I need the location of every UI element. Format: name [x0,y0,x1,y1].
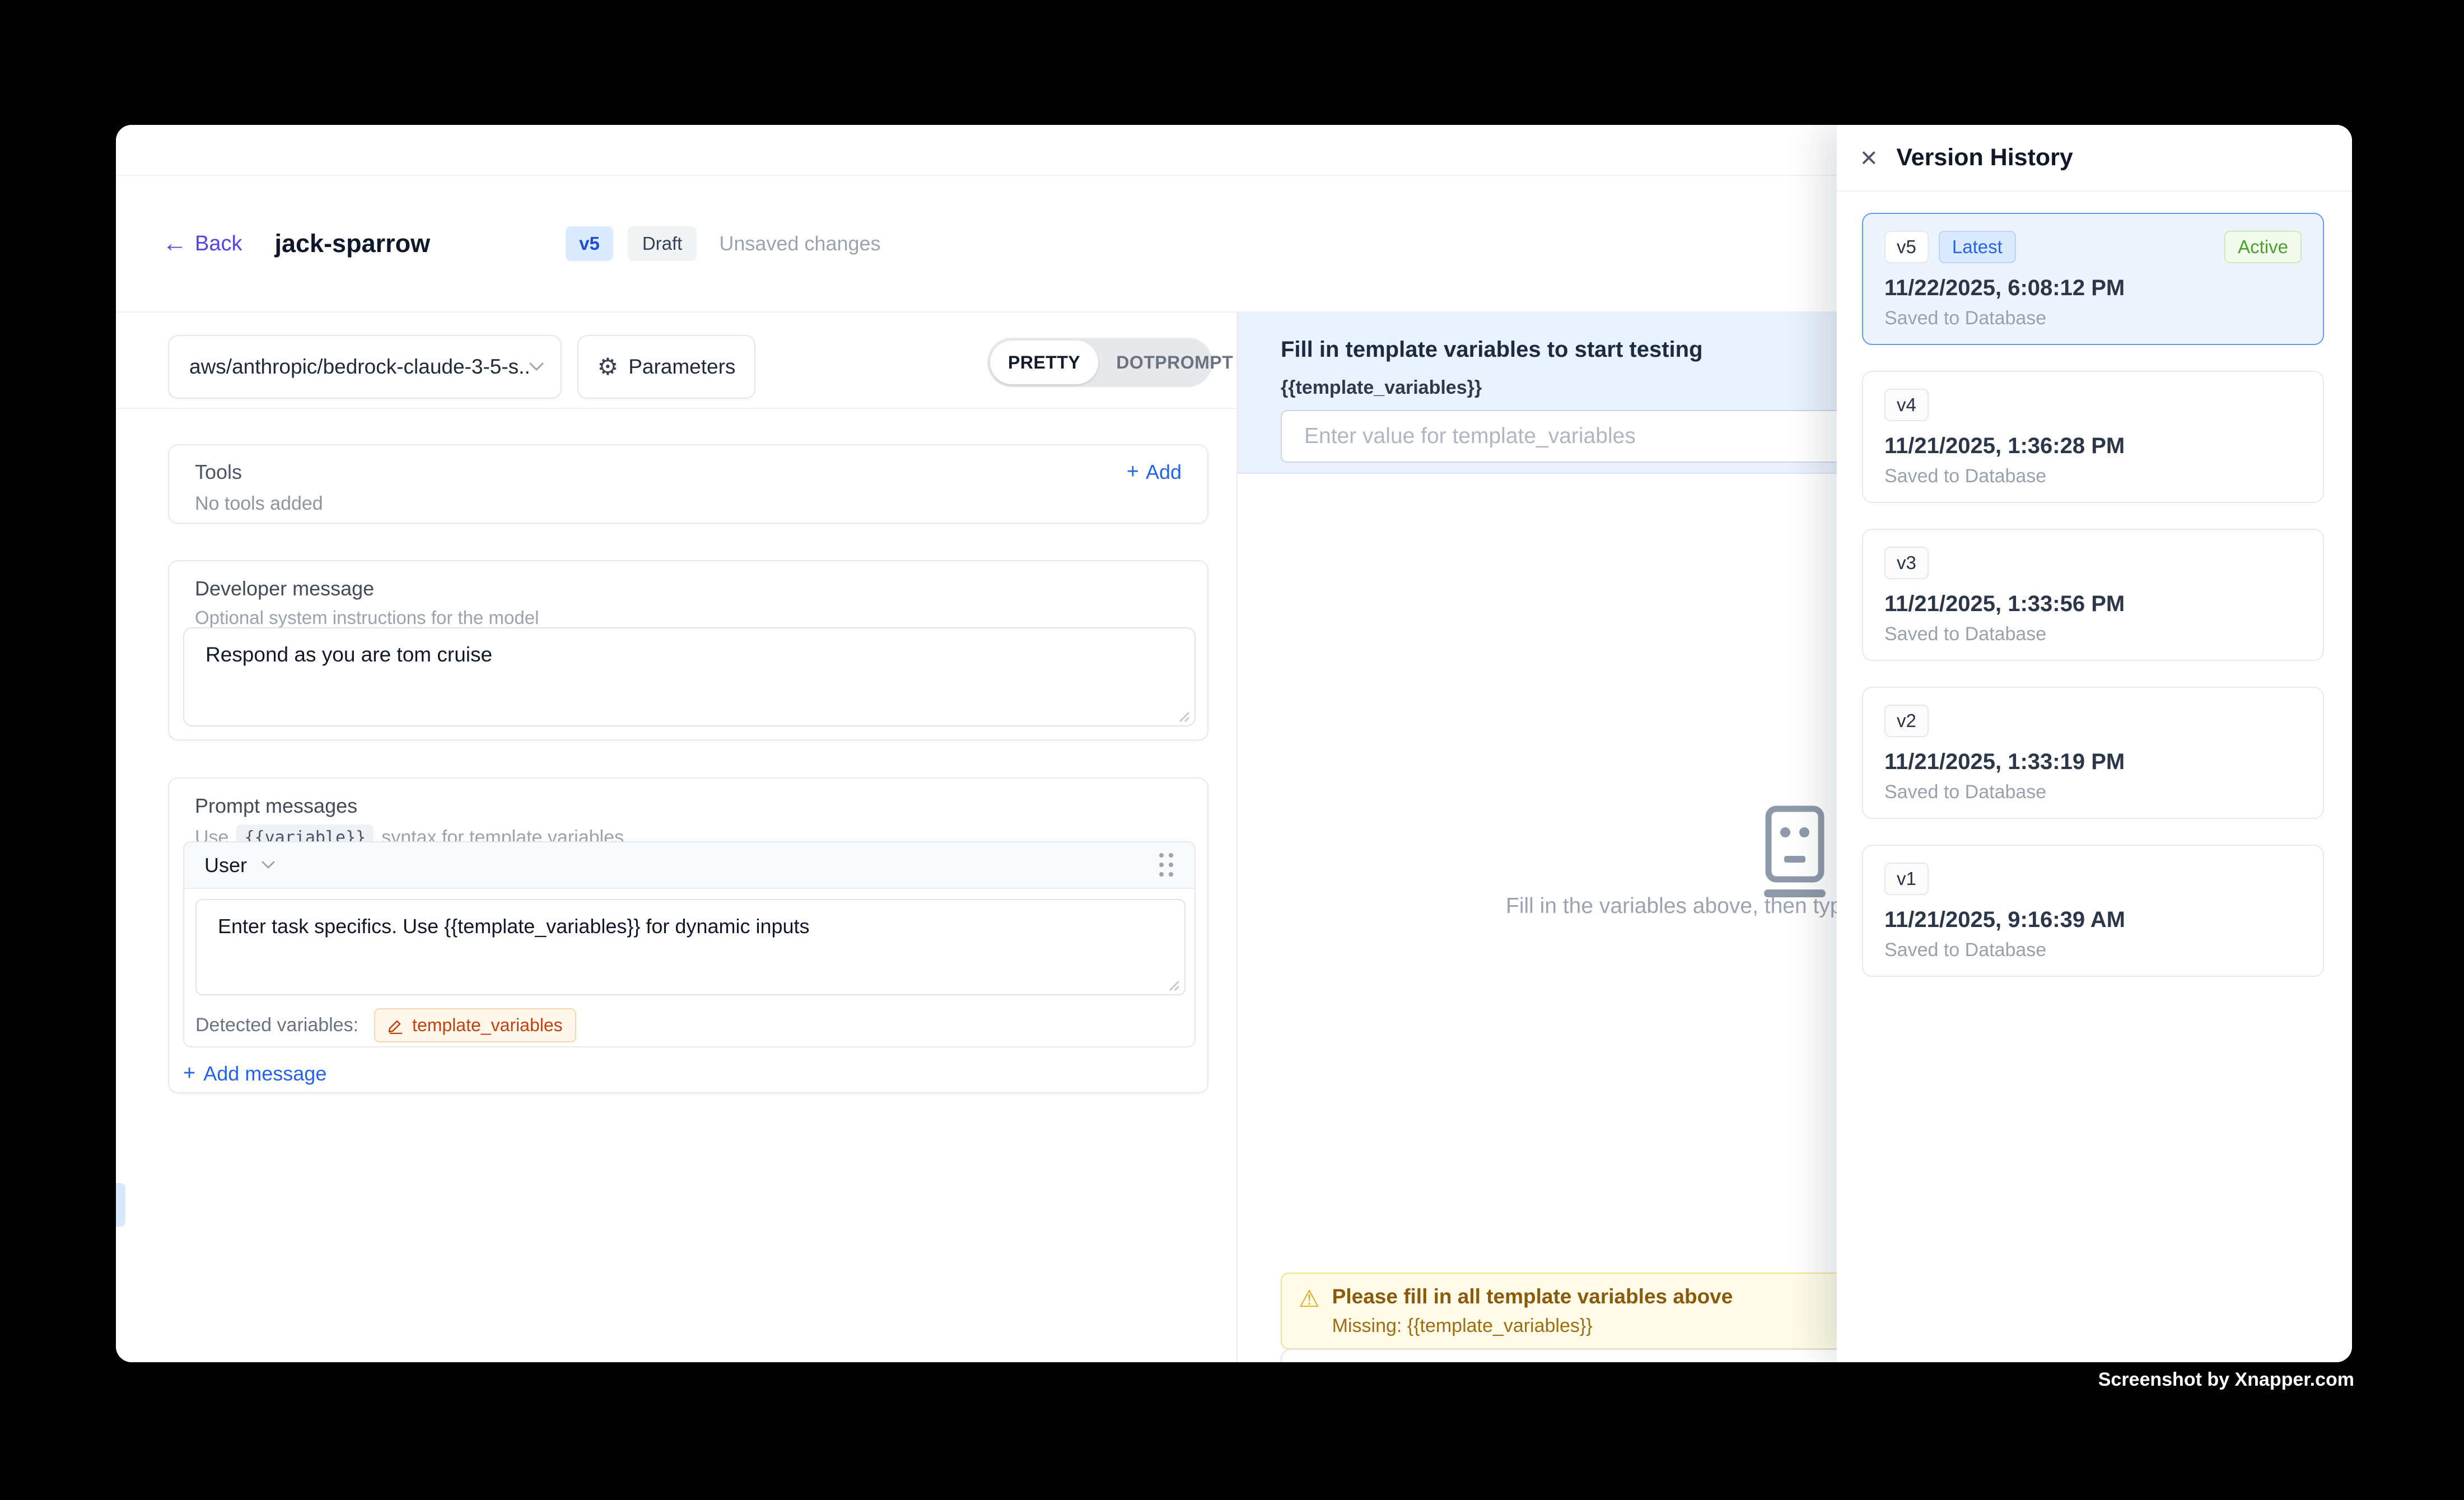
version-card-v5[interactable]: v5 Latest Active 11/22/2025, 6:08:12 PM … [1862,213,2324,345]
template-variable-chip-label: template_variables [412,1015,563,1036]
robot-icon [1760,805,1830,900]
prompt-messages-card: Prompt messages Use {{variable}} syntax … [168,777,1208,1093]
parameters-label: Parameters [628,355,735,379]
version-status: Saved to Database [1884,781,2302,803]
gear-icon: ⚙ [598,355,619,379]
version-history-header: × Version History [1837,125,2352,192]
version-card-v1[interactable]: v1 11/21/2025, 9:16:39 AM Saved to Datab… [1862,845,2324,977]
unsaved-changes-text: Unsaved changes [719,232,880,255]
version-status: Saved to Database [1884,308,2302,329]
editor-column: aws/anthropic/bedrock-claude-3-5-s... ⚙ … [116,313,1236,1362]
draft-status-badge: Draft [628,226,697,261]
tools-empty-text: No tools added [195,493,1182,515]
version-badge: v5 [566,226,613,261]
version-history-list: v5 Latest Active 11/22/2025, 6:08:12 PM … [1837,192,2352,977]
plus-icon: + [1127,460,1139,484]
developer-message-title: Developer message [195,577,1182,600]
model-select-value: aws/anthropic/bedrock-claude-3-5-s... [189,355,529,379]
version-status: Saved to Database [1884,623,2302,645]
model-select[interactable]: aws/anthropic/bedrock-claude-3-5-s... [168,335,562,399]
back-arrow-icon[interactable]: ← [162,230,187,258]
version-date: 11/21/2025, 1:36:28 PM [1884,434,2302,459]
warning-title: Please fill in all template variables ab… [1332,1285,1733,1308]
drag-handle-icon[interactable] [1159,853,1174,878]
user-message-input[interactable]: Enter task specifics. Use {{template_var… [195,899,1186,995]
add-message-label: Add message [203,1062,326,1086]
developer-message-input[interactable]: Respond as you are tom cruise [183,627,1196,726]
side-peek-tab[interactable] [116,1183,125,1227]
version-date: 11/22/2025, 6:08:12 PM [1884,276,2302,301]
app-window: ← Back jack-sparrow v5 Draft Unsaved cha… [116,125,2352,1362]
detected-variables-label: Detected variables: [195,1014,358,1036]
chevron-down-icon [262,861,275,869]
pencil-icon [388,1017,404,1034]
detected-variables-row: Detected variables: template_variables [195,1008,1186,1042]
version-status: Saved to Database [1884,939,2302,961]
active-badge: Active [2224,231,2302,263]
version-card-v4[interactable]: v4 11/21/2025, 1:36:28 PM Saved to Datab… [1862,371,2324,503]
version-date: 11/21/2025, 1:33:56 PM [1884,591,2302,617]
tools-title: Tools [195,460,242,484]
close-icon[interactable]: × [1860,143,1877,173]
message-role-select[interactable]: User [204,854,247,877]
watermark-text: Screenshot by Xnapper.com [2098,1369,2354,1391]
version-status: Saved to Database [1884,465,2302,487]
developer-message-subtitle: Optional system instructions for the mod… [195,607,1182,628]
add-tool-button[interactable]: + Add [1127,460,1182,484]
version-date: 11/21/2025, 9:16:39 AM [1884,907,2302,933]
back-button[interactable]: Back [195,232,242,256]
tools-card: Tools + Add No tools added [168,444,1208,524]
parameters-button[interactable]: ⚙ Parameters [577,335,755,399]
add-tool-label: Add [1146,460,1182,484]
version-number-badge: v5 [1884,231,1929,263]
version-number-badge: v3 [1884,547,1929,579]
version-number-badge: v2 [1884,705,1929,737]
version-date: 11/21/2025, 1:33:19 PM [1884,749,2302,775]
version-number-badge: v4 [1884,389,1929,421]
message-block: User Enter task specifics. Use {{templat… [183,841,1196,1047]
model-strip: aws/anthropic/bedrock-claude-3-5-s... ⚙ … [116,313,1236,409]
warning-detail: Missing: {{template_variables}} [1332,1315,1733,1337]
version-card-v3[interactable]: v3 11/21/2025, 1:33:56 PM Saved to Datab… [1862,529,2324,661]
chevron-down-icon [529,362,544,371]
page-title: jack-sparrow [274,229,430,258]
plus-icon: + [183,1061,195,1086]
version-card-v2[interactable]: v2 11/21/2025, 1:33:19 PM Saved to Datab… [1862,687,2324,819]
empty-state-text: Fill in the variables above, then typ [1506,894,1842,919]
toggle-option-pretty[interactable]: PRETTY [990,341,1098,384]
warning-icon: ⚠ [1299,1285,1320,1337]
latest-badge: Latest [1939,231,2016,263]
version-history-panel: × Version History v5 Latest Active 11/22… [1837,125,2352,1362]
version-history-title: Version History [1896,144,2073,171]
version-number-badge: v1 [1884,863,1929,895]
format-toggle: PRETTY DOTPROMPT [987,338,1212,387]
template-variable-chip[interactable]: template_variables [374,1008,576,1042]
toggle-option-dotprompt[interactable]: DOTPROMPT [1098,341,1251,384]
message-header: User [184,842,1194,889]
developer-message-card: Developer message Optional system instru… [168,560,1208,740]
add-message-button[interactable]: + Add message [183,1061,326,1086]
screenshot-stage: ← Back jack-sparrow v5 Draft Unsaved cha… [0,0,2464,1500]
prompt-messages-title: Prompt messages [195,794,1182,818]
